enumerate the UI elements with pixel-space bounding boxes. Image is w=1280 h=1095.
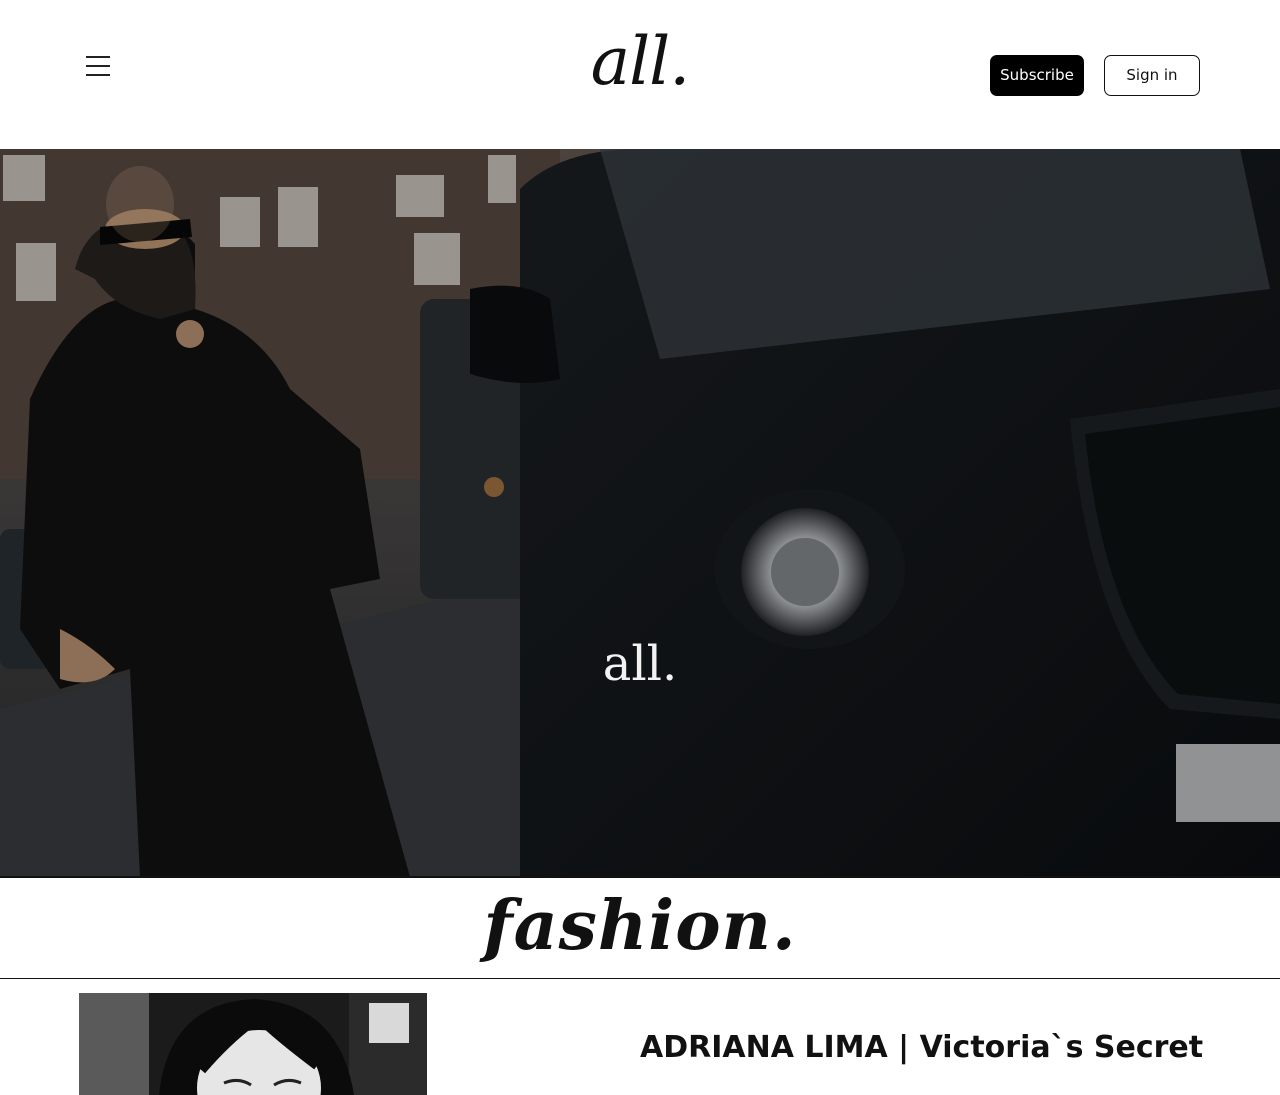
sign-in-button[interactable]: Sign in (1104, 55, 1200, 96)
hero-image (0, 149, 1280, 877)
section-divider (0, 978, 1280, 979)
site-logo[interactable]: all. (0, 22, 1280, 102)
article-title[interactable]: ADRIANA LIMA | Victoria`s Secret (640, 1028, 1203, 1068)
article-thumbnail[interactable] (79, 993, 427, 1095)
subscribe-button[interactable]: Subscribe (990, 55, 1084, 96)
site-header: all. Subscribe Sign in (0, 0, 1280, 149)
section-heading[interactable]: fashion. (0, 878, 1280, 978)
hero-title: all. (602, 636, 678, 692)
hero-banner[interactable]: all. (0, 149, 1280, 877)
article-image (79, 993, 427, 1095)
